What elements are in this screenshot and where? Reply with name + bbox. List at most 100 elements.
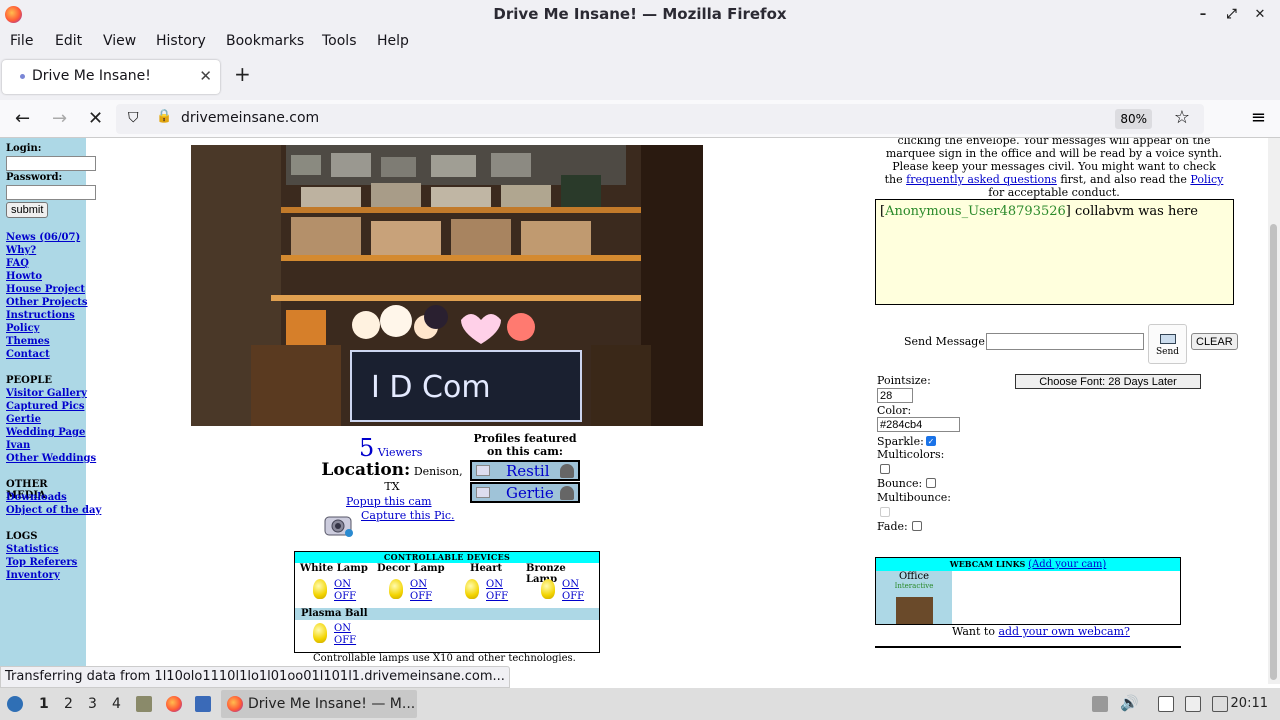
policy-link[interactable]: Policy: [1190, 173, 1223, 186]
nav-link-top-referers[interactable]: Top Referers: [6, 557, 77, 568]
url-bar[interactable]: ⛉ 🔒 drivemeinsane.com 80% ☆: [116, 104, 1204, 134]
heart-off[interactable]: OFF: [486, 591, 508, 602]
stop-icon[interactable]: ✕: [88, 108, 103, 129]
sparkle-checkbox[interactable]: ✓: [926, 436, 936, 446]
plasma-ball-on[interactable]: ON: [334, 623, 351, 634]
menu-tools[interactable]: Tools: [322, 33, 357, 49]
nav-link-contact[interactable]: Contact: [6, 349, 50, 360]
maximize-icon[interactable]: ⤢: [1219, 0, 1243, 29]
nav-link-gertie[interactable]: Gertie: [6, 414, 41, 425]
forward-icon[interactable]: →: [52, 108, 67, 129]
hamburger-menu-icon[interactable]: ≡: [1251, 107, 1266, 128]
workspace-2[interactable]: 2: [64, 696, 73, 712]
desktop-icon[interactable]: [195, 696, 211, 712]
multibounce-checkbox[interactable]: [880, 507, 890, 517]
profile-name[interactable]: Gertie: [506, 484, 554, 502]
scrollbar-thumb[interactable]: [1270, 224, 1277, 680]
decor-lamp-off[interactable]: OFF: [410, 591, 432, 602]
camera-icon[interactable]: [323, 509, 357, 539]
nav-link-themes[interactable]: Themes: [6, 336, 50, 347]
close-window-icon[interactable]: ✕: [1248, 0, 1272, 29]
menu-history[interactable]: History: [156, 33, 206, 49]
menu-edit[interactable]: Edit: [55, 33, 82, 49]
back-icon[interactable]: ←: [15, 108, 30, 129]
url-text[interactable]: drivemeinsane.com: [181, 110, 319, 126]
message-input[interactable]: [986, 333, 1144, 350]
nav-link-wedding-page[interactable]: Wedding Page: [6, 427, 85, 438]
capture-pic-link[interactable]: Capture this Pic.: [361, 509, 455, 522]
pointsize-input[interactable]: [877, 388, 913, 403]
webcam-image[interactable]: I D Com: [191, 145, 703, 426]
cam-thumbnail[interactable]: [896, 597, 933, 624]
login-input[interactable]: [6, 156, 96, 171]
window-titlebar: Drive Me Insane! — Mozilla Firefox – ⤢ ✕: [0, 0, 1280, 29]
popup-cam-link[interactable]: Popup this cam: [346, 495, 432, 508]
nav-link-object-of-the-day[interactable]: Object of the day: [6, 505, 101, 516]
nav-link-captured-pics[interactable]: Captured Pics: [6, 401, 84, 412]
taskbar-firefox-window[interactable]: Drive Me Insane! — M...: [221, 690, 417, 718]
profile-name[interactable]: Restil: [506, 462, 550, 480]
nav-link-policy[interactable]: Policy: [6, 323, 39, 334]
nav-link-news[interactable]: News (06/07): [6, 232, 80, 243]
menu-file[interactable]: File: [10, 33, 33, 49]
nav-link-other-weddings[interactable]: Other Weddings: [6, 453, 96, 464]
menu-bookmarks[interactable]: Bookmarks: [226, 33, 304, 49]
shield-icon[interactable]: ⛉: [128, 110, 139, 126]
color-input[interactable]: [877, 417, 960, 432]
password-input[interactable]: [6, 185, 96, 200]
file-manager-icon[interactable]: [136, 696, 152, 712]
multicolors-checkbox[interactable]: [880, 464, 890, 474]
nav-link-downloads[interactable]: Downloads: [6, 492, 67, 503]
page-scrollbar[interactable]: [1268, 138, 1280, 684]
tray-notification-icon[interactable]: [1092, 696, 1108, 712]
menu-help[interactable]: Help: [377, 33, 409, 49]
network-icon[interactable]: [1212, 696, 1228, 712]
add-your-cam-link[interactable]: (Add your cam): [1028, 559, 1106, 570]
profile-gertie[interactable]: Gertie: [470, 482, 580, 503]
close-tab-icon[interactable]: ✕: [199, 67, 212, 85]
bookmark-star-icon[interactable]: ☆: [1174, 107, 1190, 128]
nav-link-visitor-gallery[interactable]: Visitor Gallery: [6, 388, 87, 399]
clipboard-icon[interactable]: [1158, 696, 1174, 712]
start-menu-icon[interactable]: [7, 696, 23, 712]
minimize-icon[interactable]: –: [1191, 0, 1215, 29]
office-cam-link[interactable]: Office Interactive: [876, 571, 952, 624]
tab-drive-me-insane[interactable]: Drive Me Insane! ✕: [2, 60, 220, 94]
clear-button[interactable]: CLEAR: [1191, 333, 1238, 350]
menu-view[interactable]: View: [103, 33, 136, 49]
volume-icon[interactable]: 🔊: [1120, 694, 1139, 712]
fade-checkbox[interactable]: [912, 521, 922, 531]
nav-link-howto[interactable]: Howto: [6, 271, 42, 282]
bronze-lamp-on[interactable]: ON: [562, 579, 579, 590]
cam-name[interactable]: Office: [876, 571, 952, 582]
nav-link-inventory[interactable]: Inventory: [6, 570, 60, 581]
send-button[interactable]: Send: [1148, 324, 1187, 364]
white-lamp-on[interactable]: ON: [334, 579, 351, 590]
bronze-lamp-off[interactable]: OFF: [562, 591, 584, 602]
bounce-checkbox[interactable]: [926, 478, 936, 488]
nav-link-other-projects[interactable]: Other Projects: [6, 297, 88, 308]
submit-button[interactable]: submit: [6, 202, 49, 218]
nav-link-faq[interactable]: FAQ: [6, 258, 29, 269]
firefox-launcher-icon[interactable]: [166, 696, 182, 712]
nav-link-house-project[interactable]: House Project: [6, 284, 85, 295]
workspace-3[interactable]: 3: [88, 696, 97, 712]
white-lamp-off[interactable]: OFF: [334, 591, 356, 602]
add-own-webcam-link[interactable]: add your own webcam?: [998, 625, 1129, 638]
new-tab-icon[interactable]: +: [234, 62, 251, 86]
workspace-4[interactable]: 4: [112, 696, 121, 712]
heart-on[interactable]: ON: [486, 579, 503, 590]
plasma-ball-off[interactable]: OFF: [334, 635, 356, 646]
faq-link[interactable]: frequently asked questions: [906, 173, 1057, 186]
display-icon[interactable]: [1185, 696, 1201, 712]
workspace-1[interactable]: 1: [39, 696, 49, 712]
decor-lamp-on[interactable]: ON: [410, 579, 427, 590]
choose-font-button[interactable]: Choose Font: 28 Days Later: [1015, 374, 1201, 389]
profile-restil[interactable]: Restil: [470, 460, 580, 481]
nav-link-statistics[interactable]: Statistics: [6, 544, 59, 555]
lock-icon[interactable]: 🔒: [156, 109, 172, 124]
nav-link-ivan[interactable]: Ivan: [6, 440, 30, 451]
nav-link-instructions[interactable]: Instructions: [6, 310, 75, 321]
nav-link-why[interactable]: Why?: [6, 245, 36, 256]
zoom-level[interactable]: 80%: [1115, 109, 1152, 129]
